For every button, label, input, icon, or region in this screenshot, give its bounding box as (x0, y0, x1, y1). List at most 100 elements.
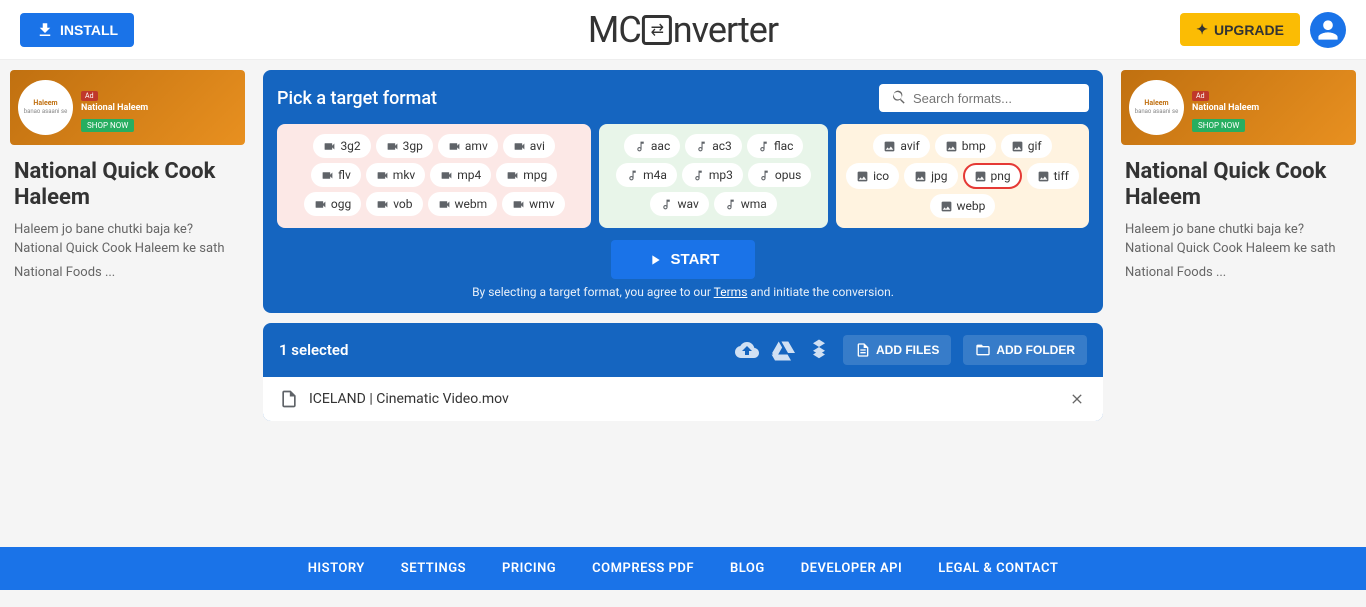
add-folder-icon (975, 342, 991, 358)
video-format-chip[interactable]: vob (366, 192, 422, 216)
sidebar-left-more: National Foods ... (14, 265, 241, 280)
file-icon (279, 389, 299, 409)
footer-blog[interactable]: BLOG (730, 561, 765, 576)
video-format-chip[interactable]: 3gp (376, 134, 433, 158)
start-section: START By selecting a target format, you … (277, 240, 1089, 299)
upload-cloud-icon[interactable] (735, 338, 759, 362)
install-icon (36, 21, 54, 39)
audio-format-chip[interactable]: ac3 (685, 134, 742, 158)
file-section: 1 selected ADD FILES ADD FOLDER ICELAND … (263, 323, 1103, 421)
sidebar-right-title: National Quick Cook Haleem (1125, 159, 1352, 212)
audio-format-chips: aacac3flac m4amp3opus wavwma (609, 134, 818, 216)
sidebar-right-more: National Foods ... (1125, 265, 1352, 280)
add-files-label: ADD FILES (876, 343, 939, 357)
user-avatar[interactable] (1310, 12, 1346, 48)
start-button[interactable]: START (611, 240, 756, 279)
file-name: ICELAND | Cinematic Video.mov (309, 391, 1057, 407)
audio-formats-section: aacac3flac m4amp3opus wavwma (599, 124, 828, 228)
footer-legal[interactable]: LEGAL & CONTACT (938, 561, 1058, 576)
logo-prefix: MC (588, 9, 641, 51)
sidebar-right-desc: Haleem jo bane chutki baja ke? National … (1125, 220, 1352, 259)
footer-compress-pdf[interactable]: COMPRESS PDF (592, 561, 694, 576)
video-format-chip[interactable]: wmv (502, 192, 564, 216)
video-format-chip[interactable]: ogg (304, 192, 361, 216)
header-right: ✦ UPGRADE (1180, 12, 1346, 48)
video-format-chip[interactable]: mpg (496, 163, 557, 187)
format-picker-title: Pick a target format (277, 88, 437, 109)
logo: MC ⇄ nverter (588, 9, 778, 51)
audio-format-chip[interactable]: opus (748, 163, 811, 187)
install-button[interactable]: INSTALL (20, 13, 134, 47)
image-format-chip[interactable]: tiff (1027, 163, 1079, 189)
image-format-chip[interactable]: gif (1001, 134, 1052, 158)
sidebar-left-content: National Quick Cook Haleem Haleem jo ban… (10, 153, 245, 286)
main-layout: Haleem banao asaani se Ad National Halee… (0, 60, 1366, 547)
logo-icon: ⇄ (642, 15, 672, 45)
selected-count: 1 selected (279, 341, 723, 359)
center-content: Pick a target format 3g23gpamvaviflvmkvm… (255, 60, 1111, 547)
ad-banner-left: Haleem banao asaani se Ad National Halee… (10, 70, 245, 145)
user-icon (1316, 18, 1340, 42)
format-picker-header: Pick a target format (277, 84, 1089, 112)
sidebar-right: Haleem banao asaani se Ad National Halee… (1111, 60, 1366, 547)
sidebar-left-desc: Haleem jo bane chutki baja ke? National … (14, 220, 241, 259)
upgrade-button[interactable]: ✦ UPGRADE (1180, 13, 1300, 46)
video-format-chips: 3g23gpamvavi flvmkvmp4mpg oggvobwebmwmv (287, 134, 581, 216)
image-format-chip[interactable]: bmp (935, 134, 996, 158)
arrow-icon (647, 252, 663, 268)
start-label: START (671, 251, 720, 268)
image-format-chip[interactable]: webp (930, 194, 996, 218)
footer-pricing[interactable]: PRICING (502, 561, 556, 576)
sidebar-left: Haleem banao asaani se Ad National Halee… (0, 60, 255, 547)
file-row: ICELAND | Cinematic Video.mov (263, 377, 1103, 421)
google-drive-icon[interactable] (771, 338, 795, 362)
ad-banner-right: Haleem banao asaani se Ad National Halee… (1121, 70, 1356, 145)
header-left: INSTALL (20, 13, 134, 47)
footer-settings[interactable]: SETTINGS (401, 561, 466, 576)
audio-format-chip[interactable]: aac (624, 134, 680, 158)
terms-link[interactable]: Terms (714, 285, 748, 299)
add-folder-label: ADD FOLDER (996, 343, 1075, 357)
video-format-chip[interactable]: amv (438, 134, 498, 158)
add-files-icon (855, 342, 871, 358)
video-format-chip[interactable]: flv (311, 163, 361, 187)
logo-suffix: nverter (673, 9, 778, 51)
audio-format-chip[interactable]: m4a (616, 163, 677, 187)
header: INSTALL MC ⇄ nverter ✦ UPGRADE (0, 0, 1366, 60)
footer: HISTORY SETTINGS PRICING COMPRESS PDF BL… (0, 547, 1366, 590)
video-format-chip[interactable]: avi (503, 134, 555, 158)
video-format-chip[interactable]: mkv (366, 163, 425, 187)
file-close-button[interactable] (1067, 389, 1087, 409)
search-input[interactable] (913, 91, 1077, 106)
close-icon (1069, 391, 1085, 407)
video-format-chip[interactable]: 3g2 (313, 134, 370, 158)
image-format-chip[interactable]: jpg (904, 163, 957, 189)
formats-grid: 3g23gpamvavi flvmkvmp4mpg oggvobwebmwmv aa… (277, 124, 1089, 228)
add-folder-button[interactable]: ADD FOLDER (963, 335, 1087, 365)
upgrade-star-icon: ✦ (1196, 21, 1208, 38)
audio-format-chip[interactable]: wav (650, 192, 708, 216)
upgrade-label: UPGRADE (1214, 22, 1284, 38)
image-format-chip[interactable]: png (963, 163, 1022, 189)
sidebar-left-title: National Quick Cook Haleem (14, 159, 241, 212)
video-format-chip[interactable]: mp4 (430, 163, 491, 187)
format-picker: Pick a target format 3g23gpamvaviflvmkvm… (263, 70, 1103, 313)
image-format-chip[interactable]: avif (873, 134, 929, 158)
add-files-button[interactable]: ADD FILES (843, 335, 951, 365)
image-format-chips: avifbmpgif icojpgpngtiff webp (846, 134, 1079, 218)
image-formats-section: avifbmpgif icojpgpngtiff webp (836, 124, 1089, 228)
audio-format-chip[interactable]: flac (747, 134, 804, 158)
footer-history[interactable]: HISTORY (308, 561, 365, 576)
sidebar-right-content: National Quick Cook Haleem Haleem jo ban… (1121, 153, 1356, 286)
search-icon (891, 90, 907, 106)
dropbox-icon[interactable] (807, 338, 831, 362)
audio-format-chip[interactable]: mp3 (682, 163, 743, 187)
image-format-chip[interactable]: ico (846, 163, 899, 189)
footer-developer-api[interactable]: DEVELOPER API (801, 561, 903, 576)
audio-format-chip[interactable]: wma (714, 192, 777, 216)
search-wrap[interactable] (879, 84, 1089, 112)
video-format-chip[interactable]: webm (428, 192, 498, 216)
terms-text: By selecting a target format, you agree … (472, 285, 894, 299)
video-formats-section: 3g23gpamvavi flvmkvmp4mpg oggvobwebmwmv (277, 124, 591, 228)
install-label: INSTALL (60, 22, 118, 38)
